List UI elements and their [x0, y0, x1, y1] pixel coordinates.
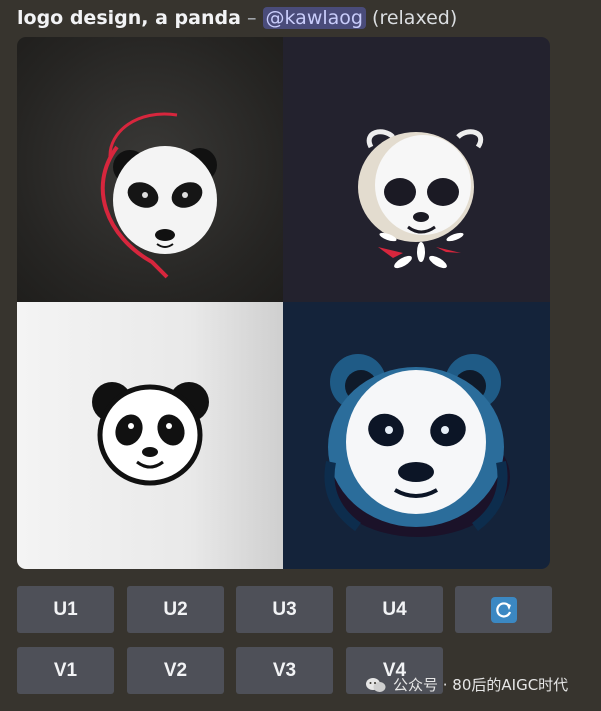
variation-button-2[interactable]: V2: [127, 647, 224, 694]
reroll-button[interactable]: [455, 586, 552, 633]
panda-logo-4: [324, 354, 510, 537]
wechat-icon: [366, 677, 386, 692]
grid-image-2[interactable]: [283, 37, 550, 302]
upscale-button-1[interactable]: U1: [17, 586, 114, 633]
upscale-button-3[interactable]: U3: [236, 586, 333, 633]
grid-image-3[interactable]: [17, 302, 283, 569]
image-grid[interactable]: [17, 37, 550, 569]
panda-logo-2: [358, 129, 483, 269]
user-mention[interactable]: @kawlaog: [262, 7, 366, 29]
refresh-icon: [490, 596, 517, 623]
upscale-button-4[interactable]: U4: [346, 586, 443, 633]
variation-button-1[interactable]: V1: [17, 647, 114, 694]
watermark: 公众号 · 80后的AIGC时代: [365, 674, 568, 695]
mode-label: (relaxed): [372, 7, 458, 29]
prompt-text: logo design, a panda: [17, 7, 241, 29]
grid-image-1[interactable]: [17, 37, 283, 302]
watermark-text: 公众号 · 80后的AIGC时代: [393, 676, 569, 694]
panda-logo-1: [100, 112, 217, 279]
variation-button-3[interactable]: V3: [236, 647, 333, 694]
separator: –: [240, 7, 263, 29]
message-header: logo design, a panda – @kawlaog (relaxed…: [17, 4, 457, 32]
upscale-button-2[interactable]: U2: [127, 586, 224, 633]
grid-image-4[interactable]: [283, 302, 550, 569]
panda-logo-3: [92, 382, 209, 486]
